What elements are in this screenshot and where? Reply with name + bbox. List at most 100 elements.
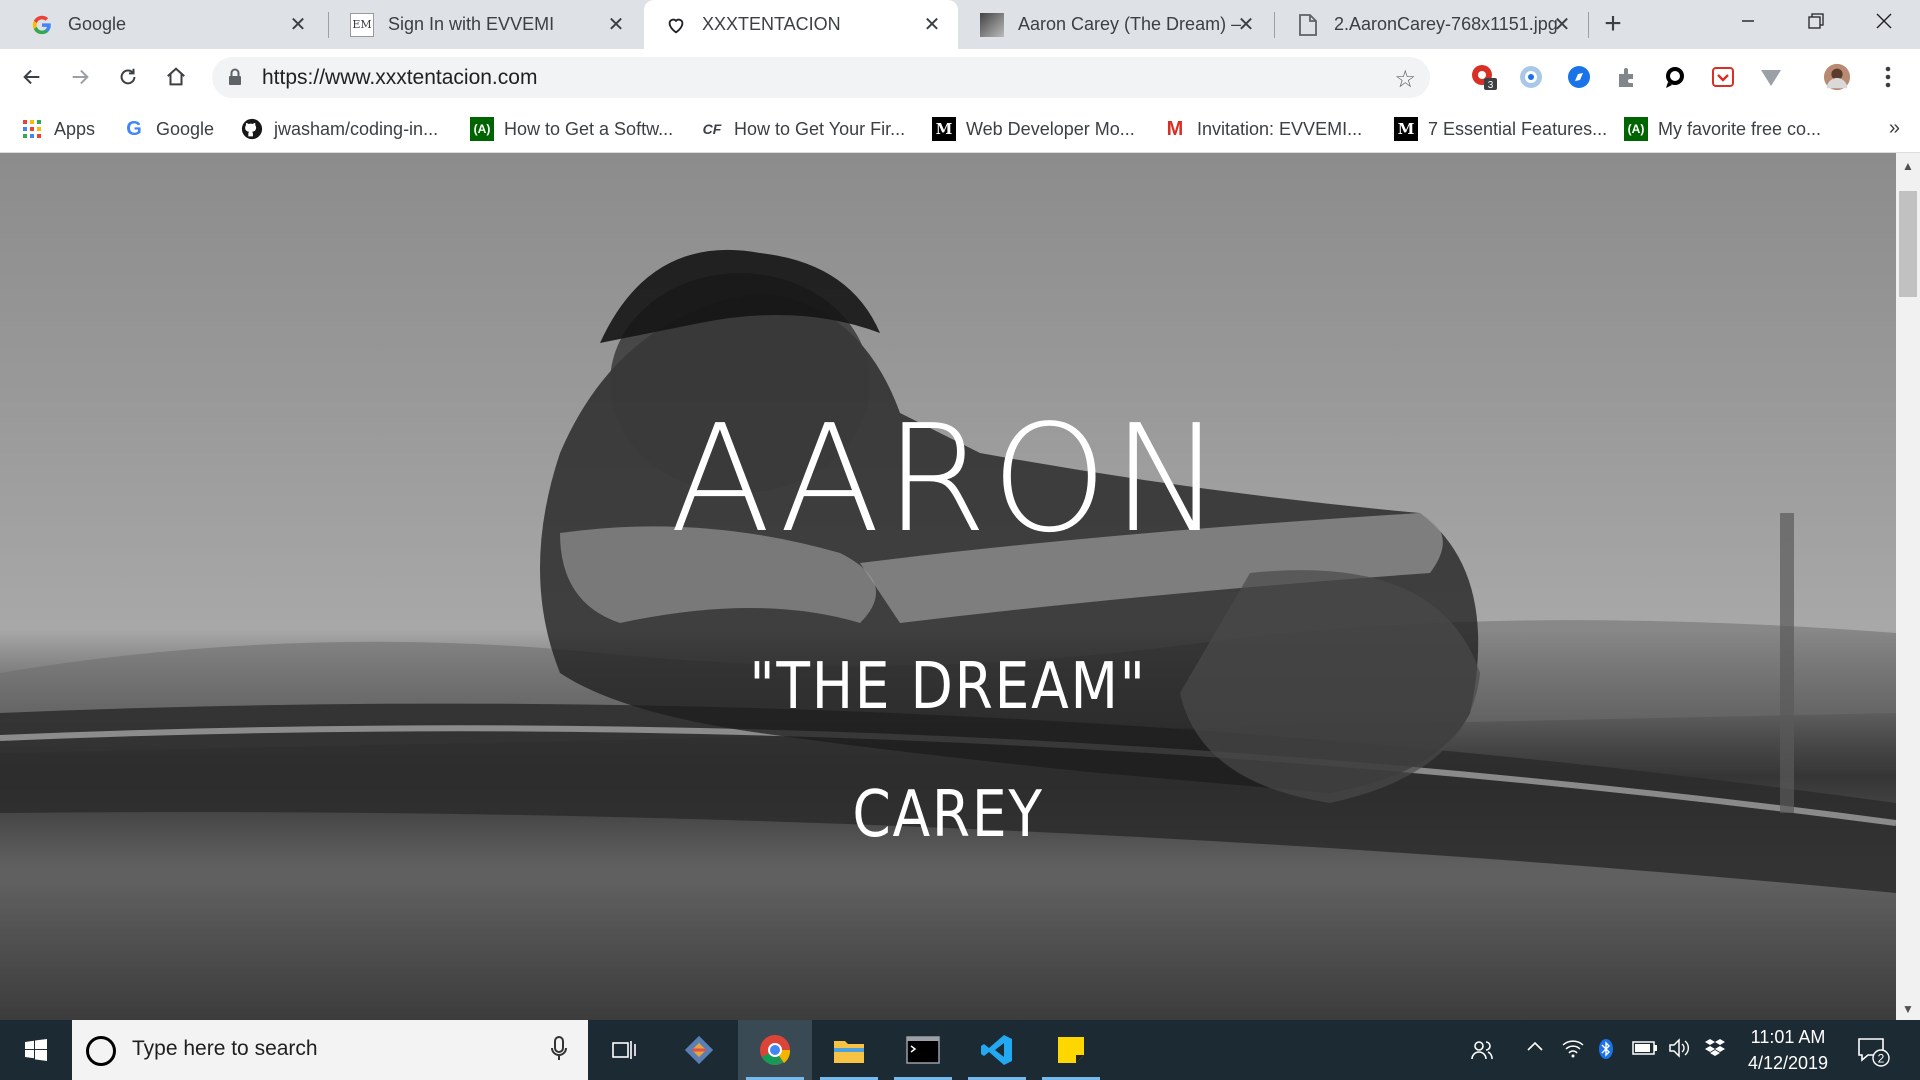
tab-image-file[interactable]: 2.AaronCarey-768x1151.jpg ✕: [1276, 0, 1588, 49]
show-hidden-icons-chevron-icon[interactable]: [1526, 1038, 1544, 1062]
google-icon: G: [126, 117, 142, 140]
extension-ring-icon[interactable]: [1517, 63, 1545, 91]
scroll-down-arrow-icon[interactable]: ▼: [1902, 1002, 1914, 1016]
medium-icon: M: [932, 117, 956, 141]
file-explorer-icon[interactable]: [812, 1020, 886, 1080]
dropbox-icon[interactable]: [1704, 1038, 1726, 1064]
extension-pocket-icon[interactable]: [1709, 63, 1737, 91]
arrow-left-icon: [23, 69, 40, 85]
profile-avatar[interactable]: [1823, 63, 1851, 91]
bookmark-software[interactable]: (A) How to Get a Softw...: [470, 115, 673, 143]
bookmark-label: Google: [156, 118, 215, 139]
windows-logo-icon: [25, 1039, 47, 1061]
heart-outline-icon: [664, 13, 688, 37]
bookmark-first-job[interactable]: CF How to Get Your Fir...: [700, 115, 905, 143]
hero-first-name: AARON: [669, 393, 1227, 565]
close-tab-icon[interactable]: ✕: [286, 12, 310, 36]
bookmark-star-icon[interactable]: ☆: [1394, 65, 1416, 94]
extension-chat-icon[interactable]: [1661, 63, 1689, 91]
cortana-icon: [86, 1036, 116, 1066]
forward-button[interactable]: [62, 59, 98, 95]
bookmarks-overflow-button[interactable]: »: [1889, 117, 1900, 140]
bookmark-favorite-free[interactable]: (A) My favorite free co...: [1624, 115, 1821, 143]
bookmark-google[interactable]: G Google: [122, 115, 214, 143]
tab-separator: [1274, 12, 1275, 38]
bookmark-invitation[interactable]: M Invitation: EVVEMI...: [1163, 115, 1362, 143]
extension-red-icon[interactable]: 3: [1470, 63, 1498, 91]
gmail-icon: M: [1166, 117, 1184, 140]
chrome-menu-icon[interactable]: [1874, 63, 1902, 91]
page-scrollbar[interactable]: ▲ ▼: [1896, 153, 1920, 1020]
bookmark-github[interactable]: jwasham/coding-in...: [240, 115, 438, 143]
bluetooth-icon[interactable]: [1598, 1038, 1614, 1066]
reload-button[interactable]: [110, 59, 146, 95]
extension-compass-icon[interactable]: [1565, 63, 1593, 91]
tab-evvemi[interactable]: EM Sign In with EVVEMI ✕: [330, 0, 642, 49]
extension-puzzle-icon[interactable]: [1613, 63, 1641, 91]
battery-icon[interactable]: [1632, 1038, 1658, 1061]
tab-xxxtentacion[interactable]: XXXTENTACION ✕: [644, 0, 958, 49]
medium-icon: M: [1394, 117, 1418, 141]
close-tab-icon[interactable]: ✕: [1234, 12, 1258, 36]
browser-toolbar: https://www.xxxtentacion.com ☆ 3: [0, 49, 1920, 105]
cf-icon: CF: [702, 121, 722, 137]
close-tab-icon[interactable]: ✕: [1550, 12, 1574, 36]
new-tab-button[interactable]: +: [1598, 9, 1628, 40]
task-view-icon[interactable]: [588, 1020, 662, 1080]
system-clock[interactable]: 11:01 AM 4/12/2019: [1728, 1024, 1848, 1076]
bookmark-web-developer[interactable]: M Web Developer Mo...: [932, 115, 1135, 143]
url-text[interactable]: https://www.xxxtentacion.com: [262, 66, 537, 90]
close-window-button[interactable]: [1850, 0, 1918, 42]
bookmark-label: How to Get Your Fir...: [734, 118, 906, 139]
freecodecamp-icon: (A): [1624, 117, 1648, 141]
address-bar[interactable]: https://www.xxxtentacion.com ☆: [212, 57, 1430, 98]
tab-google[interactable]: Google ✕: [10, 0, 324, 49]
bookmark-label: My favorite free co...: [1658, 118, 1822, 139]
bookmark-label: 7 Essential Features...: [1428, 118, 1608, 139]
tab-aaron-carey[interactable]: Aaron Carey (The Dream) – ✕: [960, 0, 1272, 49]
tab-strip: Google ✕ EM Sign In with EVVEMI ✕ XXXTEN…: [0, 0, 1920, 49]
wifi-icon[interactable]: [1562, 1038, 1584, 1064]
chrome-icon[interactable]: [738, 1020, 812, 1080]
lock-icon[interactable]: [228, 68, 242, 91]
minimize-button[interactable]: [1714, 0, 1782, 42]
volume-icon[interactable]: [1668, 1038, 1690, 1064]
file-icon: [1296, 13, 1320, 37]
extension-v-icon[interactable]: [1757, 63, 1785, 91]
tab-separator: [328, 12, 329, 38]
terminal-icon[interactable]: [886, 1020, 960, 1080]
notification-count: 2: [1878, 1052, 1885, 1066]
hero-background-photo: [0, 249, 1896, 893]
git-icon[interactable]: [662, 1020, 736, 1080]
sticky-notes-icon[interactable]: [1034, 1020, 1108, 1080]
vscode-icon[interactable]: [960, 1020, 1034, 1080]
tab-title: Aaron Carey (The Dream) –: [1018, 14, 1242, 34]
tab-separator: [1588, 12, 1589, 38]
scroll-up-arrow-icon[interactable]: ▲: [1902, 159, 1914, 173]
windows-taskbar: Type here to search 11:01 AM 4/12/2019 2: [0, 1020, 1920, 1080]
microphone-icon[interactable]: [550, 1036, 568, 1067]
clock-time: 11:01 AM: [1750, 1027, 1826, 1047]
search-placeholder: Type here to search: [132, 1037, 318, 1060]
hero-section: AARON "THE DREAM" CAREY: [0, 153, 1896, 1020]
arrow-right-icon: [72, 69, 89, 85]
bookmarks-bar: Apps G Google jwasham/coding-in... (A) H…: [0, 105, 1920, 153]
close-tab-icon[interactable]: ✕: [604, 12, 628, 36]
home-button[interactable]: [158, 59, 194, 95]
bookmark-features[interactable]: M 7 Essential Features...: [1394, 115, 1607, 143]
photo-thumbnail-icon: [980, 12, 1004, 37]
bookmark-apps[interactable]: Apps: [20, 115, 95, 143]
bookmark-label: Apps: [54, 118, 96, 139]
restore-button[interactable]: [1782, 0, 1850, 42]
back-button[interactable]: [14, 59, 50, 95]
close-tab-icon[interactable]: ✕: [920, 12, 944, 36]
start-button[interactable]: [0, 1020, 72, 1080]
people-icon[interactable]: [1470, 1038, 1494, 1068]
hero-last-name: CAREY: [852, 778, 1044, 852]
scrollbar-thumb[interactable]: [1899, 191, 1917, 297]
action-center-icon[interactable]: 2: [1856, 1034, 1890, 1073]
bookmark-label: Web Developer Mo...: [966, 118, 1135, 139]
taskbar-search-box[interactable]: Type here to search: [72, 1020, 588, 1080]
github-icon: [240, 117, 264, 141]
svg-text:3: 3: [1488, 80, 1494, 91]
